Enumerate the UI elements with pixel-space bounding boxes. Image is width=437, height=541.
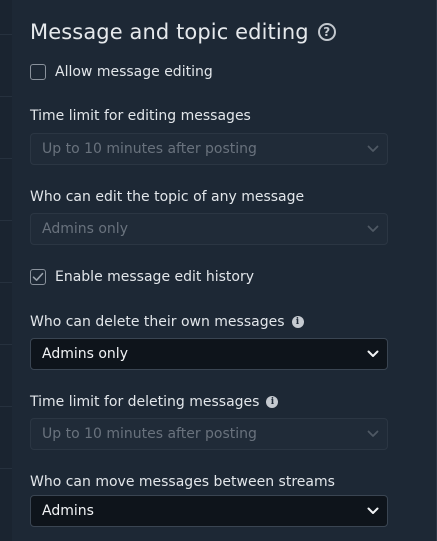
move-streams-select[interactable]: Admins — [30, 495, 388, 527]
delete-own-select[interactable]: Admins only — [30, 338, 388, 370]
delete-own-label: Who can delete their own messages — [30, 314, 285, 330]
delete-time-limit-value: Up to 10 minutes after posting — [42, 426, 257, 442]
topic-edit-label: Who can edit the topic of any message — [30, 189, 305, 205]
edit-history-checkbox[interactable] — [30, 269, 46, 285]
chevron-down-icon — [367, 350, 379, 357]
chevron-down-icon — [367, 145, 379, 152]
edit-time-limit-value: Up to 10 minutes after posting — [42, 141, 257, 157]
question-circle-icon[interactable]: ? — [317, 23, 336, 41]
delete-time-limit-label: Time limit for deleting messages — [30, 394, 260, 410]
section-header: Message and topic editing ? — [30, 20, 336, 44]
move-streams-label: Who can move messages between streams — [30, 474, 335, 490]
edit-time-limit-select[interactable]: Up to 10 minutes after posting — [30, 133, 388, 165]
allow-message-editing-row[interactable]: Allow message editing — [30, 64, 213, 80]
topic-edit-select[interactable]: Admins only — [30, 213, 388, 245]
allow-message-editing-checkbox[interactable] — [30, 64, 46, 80]
topic-edit-label-row: Who can edit the topic of any message — [30, 189, 304, 205]
allow-message-editing-label: Allow message editing — [55, 64, 213, 80]
chevron-down-icon — [367, 507, 379, 514]
edit-history-row[interactable]: Enable message edit history — [30, 269, 254, 285]
settings-panel: Message and topic editing ? Allow messag… — [0, 0, 437, 541]
delete-own-value: Admins only — [42, 346, 128, 362]
move-streams-value: Admins — [42, 503, 94, 519]
edit-history-label: Enable message edit history — [55, 269, 254, 285]
chevron-down-icon — [367, 225, 379, 232]
section-title: Message and topic editing — [30, 20, 309, 44]
edit-time-limit-label: Time limit for editing messages — [30, 108, 251, 124]
delete-time-limit-select[interactable]: Up to 10 minutes after posting — [30, 418, 388, 450]
info-circle-icon[interactable]: i — [266, 396, 279, 408]
delete-own-label-row: Who can delete their own messages i — [30, 314, 304, 330]
delete-time-limit-label-row: Time limit for deleting messages i — [30, 394, 279, 410]
topic-edit-value: Admins only — [42, 221, 128, 237]
edit-time-limit-label-row: Time limit for editing messages — [30, 108, 251, 124]
left-sidebar-edge — [0, 0, 12, 541]
move-streams-label-row: Who can move messages between streams — [30, 474, 335, 490]
chevron-down-icon — [367, 430, 379, 437]
check-icon — [32, 272, 44, 281]
info-circle-icon[interactable]: i — [291, 316, 304, 328]
